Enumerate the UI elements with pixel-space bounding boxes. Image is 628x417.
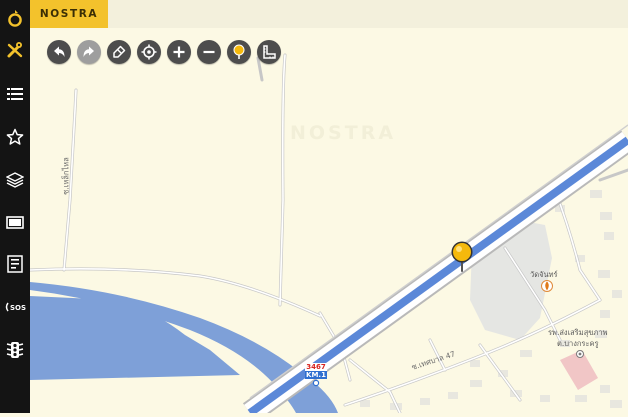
undo-button[interactable] [47, 40, 71, 64]
monitor-icon [6, 216, 24, 229]
km-marker-dot [312, 379, 320, 387]
minus-icon [203, 50, 215, 54]
road-label-lek-lai: ซ.เหล็กไหล [61, 157, 71, 195]
list-icon [7, 88, 23, 100]
sos-icon: SOS [5, 302, 26, 312]
sidebar-item-favorites[interactable] [0, 121, 30, 153]
redo-icon [83, 46, 94, 57]
zoom-out-button[interactable] [197, 40, 221, 64]
eraser-icon [113, 45, 126, 58]
measure-button[interactable] [257, 40, 281, 64]
pin-button[interactable] [227, 40, 251, 64]
location-pin[interactable] [449, 240, 475, 278]
sidebar-item-sos[interactable]: SOS [0, 291, 30, 323]
temple-icon [541, 280, 553, 292]
sidebar-item-tools[interactable] [0, 34, 30, 66]
hospital-label-line1: รพ.ส่งเสริมสุขภาพ [548, 328, 608, 337]
sidebar-item-layers[interactable] [0, 164, 30, 196]
redo-button[interactable] [77, 40, 101, 64]
sidebar-item-screen[interactable] [0, 207, 30, 239]
zoom-in-button[interactable] [167, 40, 191, 64]
top-bar [108, 0, 628, 28]
tools-icon [7, 42, 23, 58]
sidebar: SOS [0, 0, 30, 413]
star-icon [6, 128, 24, 145]
layers-icon [6, 172, 24, 188]
report-icon [7, 255, 23, 273]
logo-tab[interactable]: NOSTRA [30, 0, 108, 28]
sidebar-item-list[interactable] [0, 78, 30, 110]
undo-icon [54, 46, 65, 57]
km-marker: 3467 KM.1 [305, 363, 327, 387]
hospital-icon [576, 350, 584, 358]
ruler-icon [263, 45, 276, 59]
locate-button[interactable] [137, 40, 161, 64]
km-marker-number: 3467 [305, 363, 327, 371]
sidebar-item-report[interactable] [0, 248, 30, 280]
plus-icon [173, 46, 185, 58]
pin-icon [233, 44, 245, 59]
clear-button[interactable] [107, 40, 131, 64]
map-toolbar [47, 40, 281, 64]
brand-icon[interactable] [0, 2, 30, 34]
hospital-label: รพ.ส่งเสริมสุขภาพ ต.บางกระครู [548, 327, 608, 349]
map-watermark: NOSTRA [290, 122, 397, 144]
temple-label: วัดจันทร์ [530, 270, 558, 279]
traffic-light-icon [6, 342, 24, 358]
hospital-label-line2: ต.บางกระครู [556, 339, 599, 348]
location-pin-icon [451, 241, 473, 272]
sidebar-item-traffic[interactable] [0, 334, 30, 366]
crosshair-icon [141, 44, 157, 60]
km-marker-km: KM.1 [305, 371, 327, 379]
svg-text:SOS: SOS [10, 304, 26, 312]
